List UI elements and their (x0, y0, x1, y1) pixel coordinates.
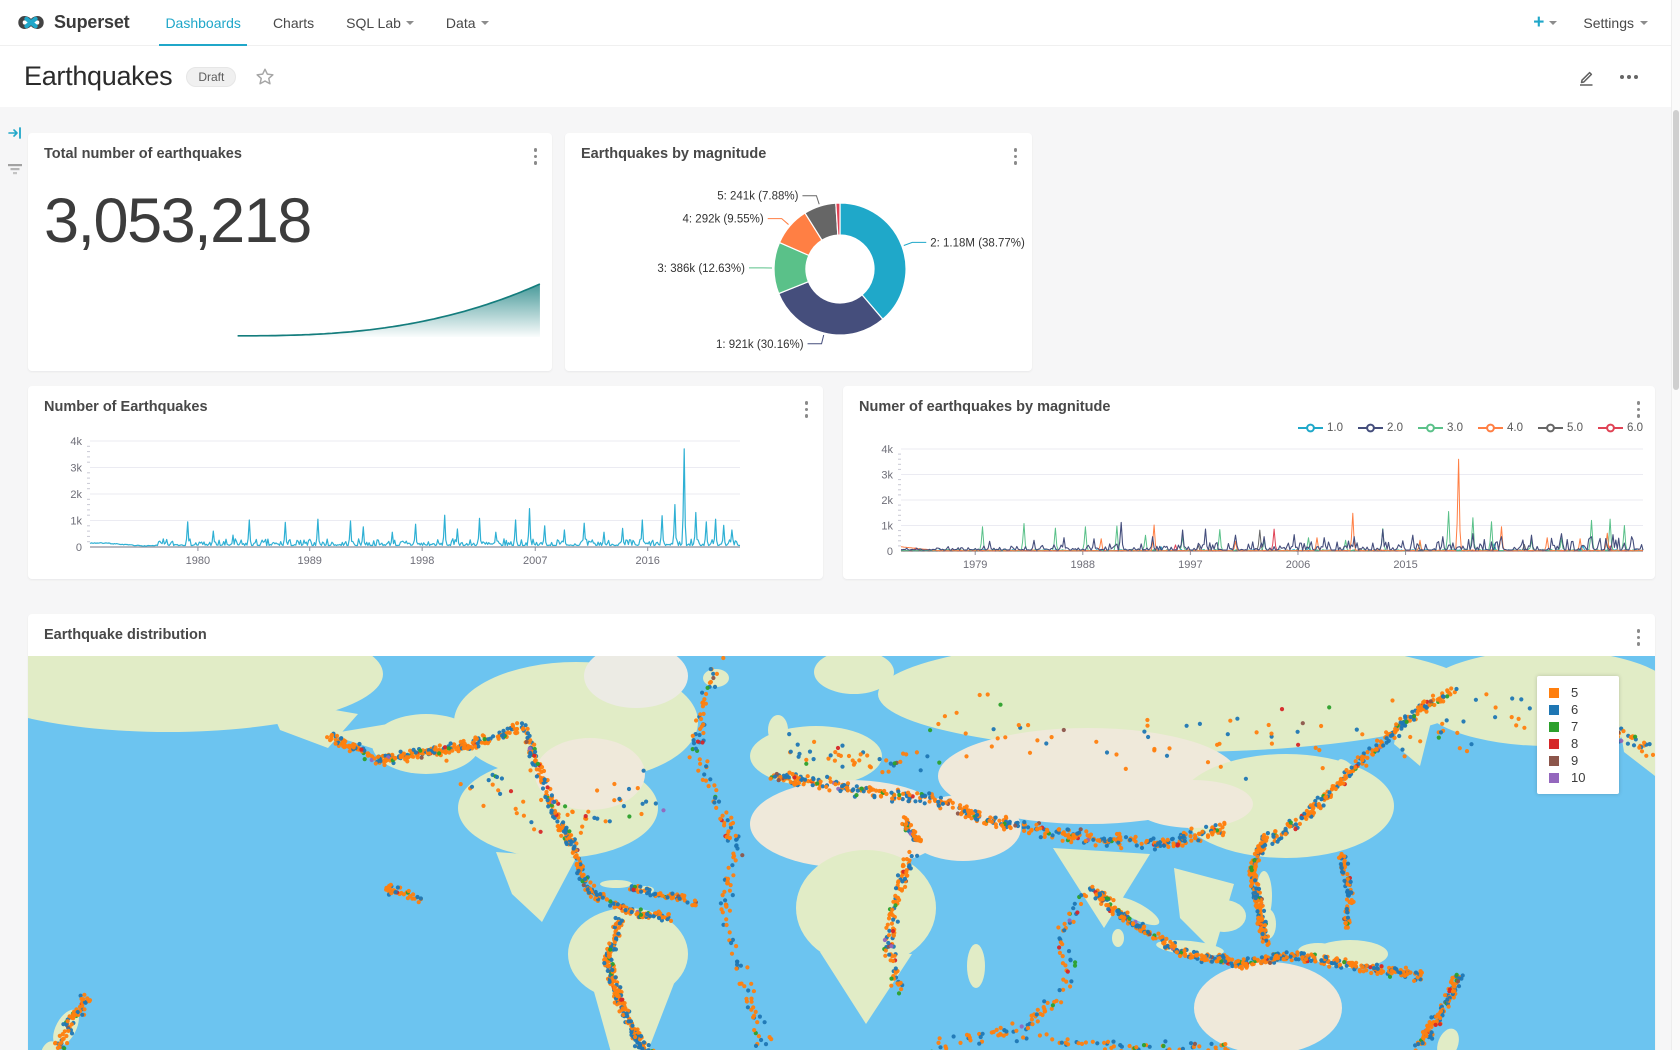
legend-label: 8 (1571, 736, 1578, 751)
nav-item-sql-lab[interactable]: SQL Lab (330, 0, 430, 45)
edit-dashboard-button[interactable] (1576, 67, 1596, 87)
svg-text:2k: 2k (70, 489, 82, 501)
card-earthquakes-by-magnitude: Earthquakes by magnitude 2: 1.18M (38.77… (565, 133, 1032, 371)
svg-text:2016: 2016 (635, 555, 659, 567)
donut-chart[interactable]: 2: 1.18M (38.77%) 1: 921k (30.16%) 3: 386k… (565, 166, 1032, 371)
scrollbar-track[interactable] (1671, 0, 1680, 1050)
main-nav: Dashboards Charts SQL Lab Data (149, 0, 504, 45)
top-navigation: Superset Dashboards Charts SQL Lab Data + S… (0, 0, 1680, 46)
map-legend-row: 8 (1549, 735, 1619, 752)
multi-line-chart[interactable]: 0 1k 2k 3k 4k 1979 1988 1997 2006 2015 (843, 386, 1655, 579)
title-actions (1576, 67, 1656, 87)
line-chart[interactable]: 0 1k 2k 3k 4k 1980 1989 1998 2007 2016 (28, 386, 823, 579)
svg-text:3: 386k (12.63%): 3: 386k (12.63%) (657, 263, 745, 275)
dashboard-header: Earthquakes Draft (0, 46, 1680, 108)
settings-menu[interactable]: Settings (1583, 15, 1648, 31)
legend-swatch (1549, 705, 1559, 715)
expand-filter-bar-button[interactable] (5, 123, 25, 148)
chart-title: Earthquake distribution (44, 627, 207, 643)
map-legend: 5 6 7 8 9 10 (1537, 676, 1619, 794)
svg-text:1: 921k (30.16%): 1: 921k (30.16%) (716, 339, 804, 351)
nav-item-charts[interactable]: Charts (257, 0, 330, 45)
legend-label: 9 (1571, 753, 1578, 768)
plus-icon: + (1533, 13, 1544, 32)
big-number-value: 3,053,218 (44, 185, 311, 257)
legend-swatch (1549, 773, 1559, 783)
svg-text:2015: 2015 (1393, 559, 1417, 571)
svg-text:0: 0 (76, 542, 82, 554)
star-icon (254, 66, 276, 88)
world-map-chart[interactable] (28, 656, 1655, 1050)
card-earthquake-distribution: Earthquake distribution 5 6 7 8 9 10 (28, 614, 1655, 1050)
chart-title: Total number of earthquakes (44, 146, 242, 162)
nav-item-label: Dashboards (165, 15, 241, 31)
legend-label: 10 (1571, 770, 1585, 785)
map-legend-row: 10 (1549, 769, 1619, 786)
svg-text:2: 1.18M (38.77%): 2: 1.18M (38.77%) (930, 237, 1025, 249)
more-actions-button[interactable] (1616, 71, 1642, 83)
chart-menu-button[interactable] (1011, 145, 1021, 168)
svg-text:1989: 1989 (297, 555, 321, 567)
svg-text:3k: 3k (881, 470, 893, 482)
svg-text:5: 241k (7.88%): 5: 241k (7.88%) (717, 191, 798, 203)
superset-logo[interactable]: Superset (16, 12, 129, 33)
chevron-down-icon (1640, 21, 1648, 25)
nav-item-label: Charts (273, 15, 314, 31)
chart-menu-button[interactable] (531, 145, 541, 168)
svg-text:1980: 1980 (186, 555, 210, 567)
card-earthquakes-by-magnitude-timeseries: Numer of earthquakes by magnitude 1.02.0… (843, 386, 1655, 579)
legend-label: 5 (1571, 685, 1578, 700)
legend-label: 6 (1571, 702, 1578, 717)
chart-title: Earthquakes by magnitude (581, 146, 766, 162)
svg-text:1k: 1k (881, 521, 893, 533)
map-legend-row: 5 (1549, 684, 1619, 701)
settings-label: Settings (1583, 15, 1634, 31)
svg-text:2006: 2006 (1286, 559, 1310, 571)
map-legend-row: 7 (1549, 718, 1619, 735)
card-number-of-earthquakes: Number of Earthquakes 01k2k3k4k198019891… (28, 386, 823, 579)
page-title: Earthquakes (24, 61, 172, 92)
filter-funnel-icon[interactable] (4, 160, 26, 183)
nav-item-label: SQL Lab (346, 15, 401, 31)
svg-text:1997: 1997 (1178, 559, 1202, 571)
new-item-button[interactable]: + (1533, 13, 1557, 32)
dashboard-canvas: Total number of earthquakes 3,053,218 Ea… (0, 107, 1680, 1050)
map-legend-row: 6 (1549, 701, 1619, 718)
chevron-down-icon (1549, 21, 1557, 25)
trendline-chart[interactable] (28, 273, 552, 345)
status-badge: Draft (186, 67, 236, 87)
legend-swatch (1549, 722, 1559, 732)
svg-text:0: 0 (887, 546, 893, 558)
superset-logo-icon (16, 12, 46, 33)
svg-text:2k: 2k (881, 495, 893, 507)
nav-item-data[interactable]: Data (430, 0, 505, 45)
scrollbar-thumb[interactable] (1673, 110, 1679, 390)
arrow-to-bar-icon (7, 125, 23, 141)
svg-text:2007: 2007 (523, 555, 547, 567)
svg-text:1998: 1998 (410, 555, 434, 567)
svg-text:4: 292k (9.55%): 4: 292k (9.55%) (683, 214, 764, 226)
svg-text:1k: 1k (70, 516, 82, 528)
legend-swatch (1549, 688, 1559, 698)
favorite-star-button[interactable] (254, 66, 276, 88)
brand-wordmark: Superset (54, 12, 129, 33)
chevron-down-icon (481, 21, 489, 25)
legend-swatch (1549, 756, 1559, 766)
card-total-earthquakes: Total number of earthquakes 3,053,218 (28, 133, 552, 371)
svg-text:1988: 1988 (1071, 559, 1095, 571)
svg-text:1979: 1979 (963, 559, 987, 571)
map-legend-row: 9 (1549, 752, 1619, 769)
nav-item-label: Data (446, 15, 476, 31)
filter-rail (4, 123, 26, 183)
svg-text:3k: 3k (70, 463, 82, 475)
pencil-icon (1576, 67, 1596, 87)
chevron-down-icon (406, 21, 414, 25)
legend-swatch (1549, 739, 1559, 749)
chart-menu-button[interactable] (1634, 626, 1644, 649)
nav-right: + Settings (1533, 13, 1664, 32)
svg-text:4k: 4k (881, 444, 893, 456)
legend-label: 7 (1571, 719, 1578, 734)
nav-item-dashboards[interactable]: Dashboards (149, 0, 257, 45)
svg-text:4k: 4k (70, 436, 82, 448)
